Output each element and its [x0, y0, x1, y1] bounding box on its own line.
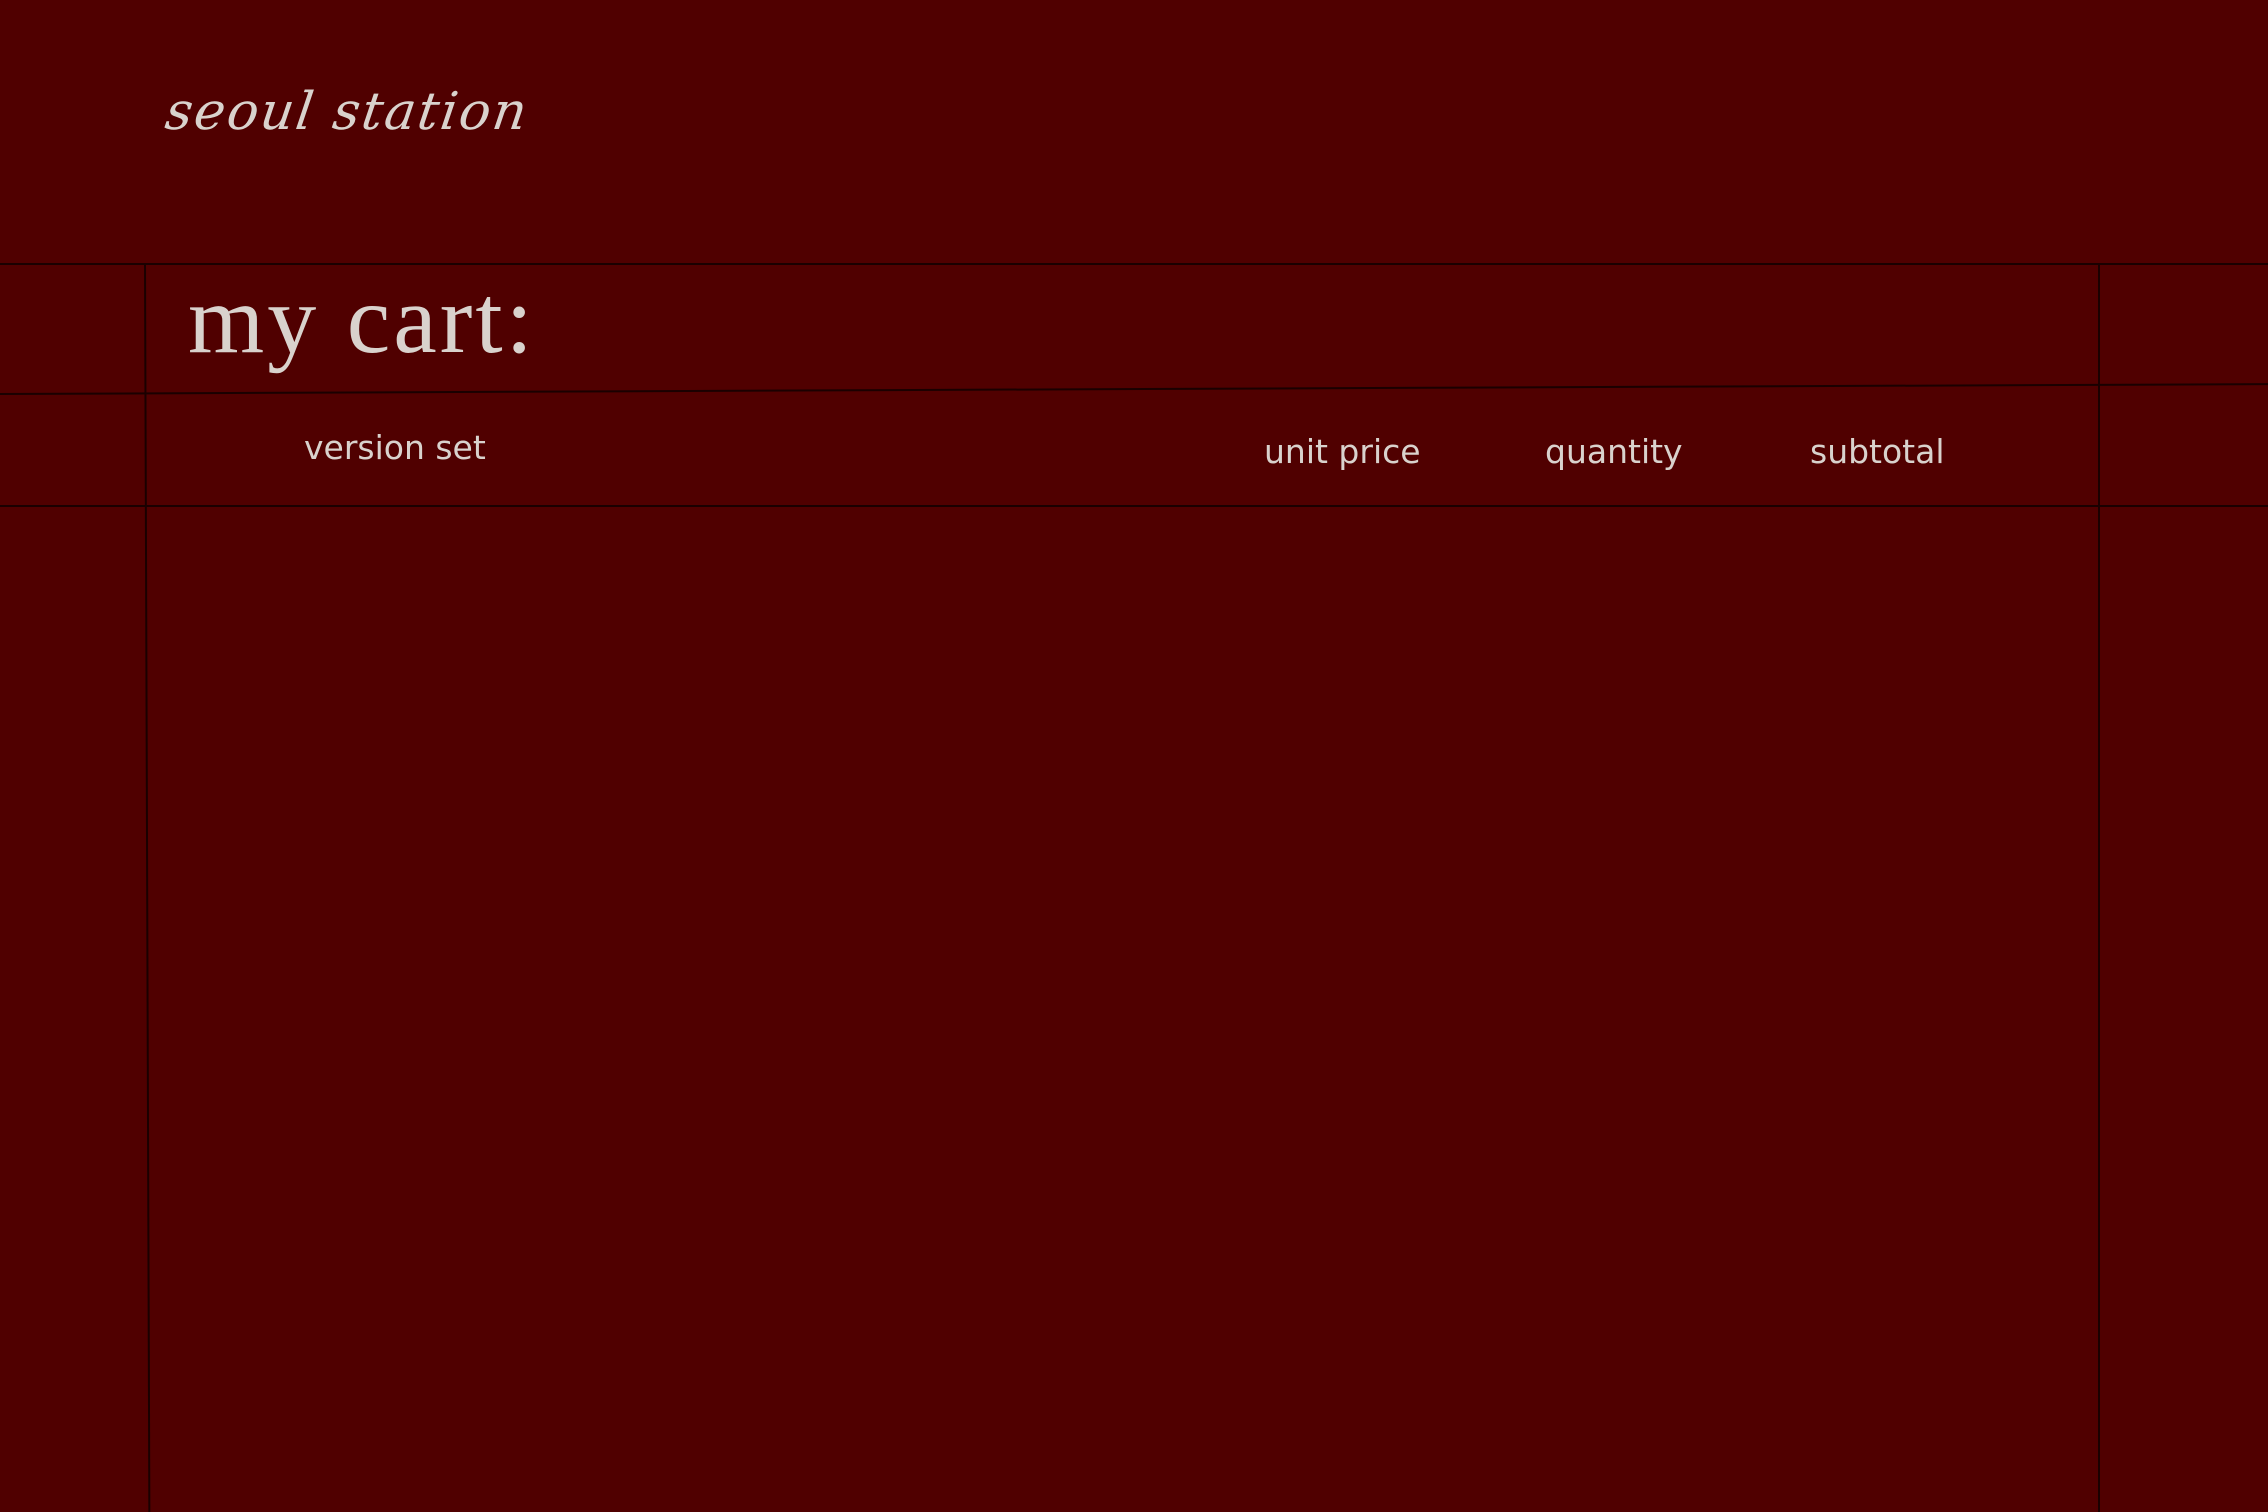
column-header-unit-price: unit price — [1264, 432, 1421, 471]
cart-items-area — [146, 507, 2098, 1512]
right-border-line — [2098, 263, 2100, 1512]
title-divider-line — [0, 383, 2268, 395]
page-title: my cart: — [188, 266, 536, 374]
brand-logo[interactable]: seoul station — [162, 82, 533, 142]
column-header-quantity: quantity — [1545, 432, 1683, 471]
column-header-version-set: version set — [304, 428, 486, 467]
column-header-subtotal: subtotal — [1810, 432, 1945, 471]
header-divider-line — [0, 263, 2268, 265]
